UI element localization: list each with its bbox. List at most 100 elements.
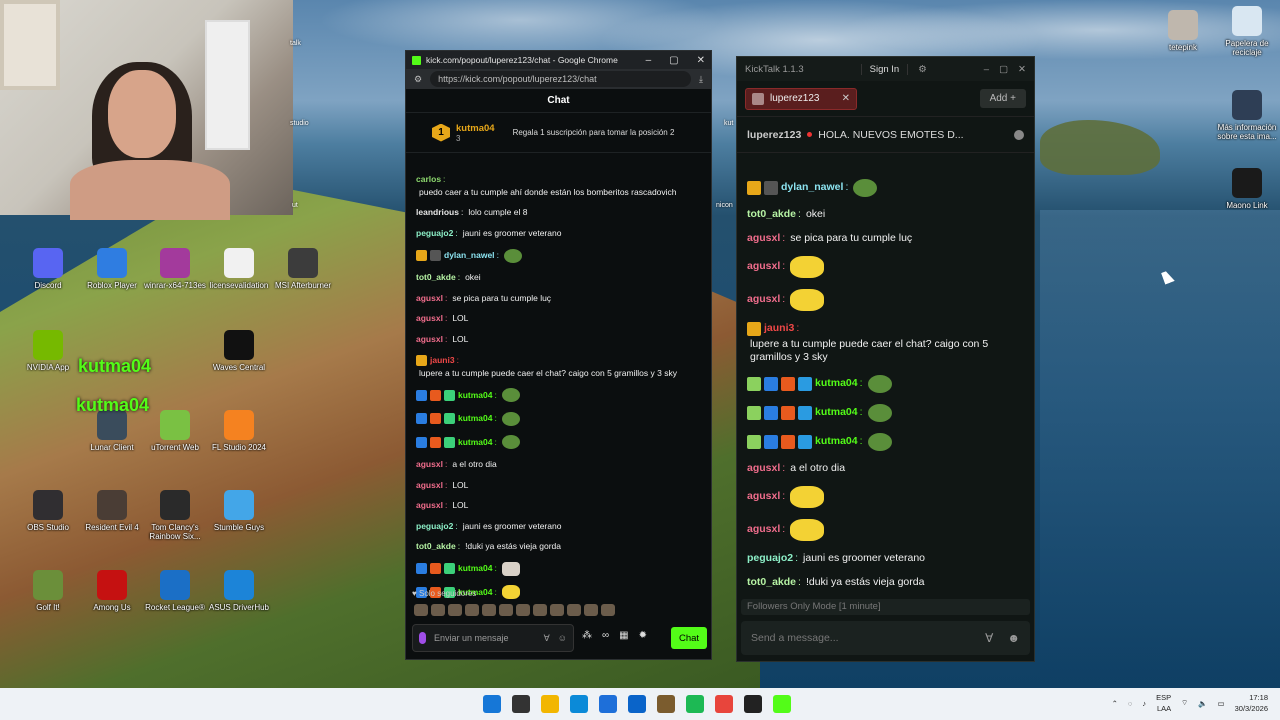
tray-network-icon[interactable]: ◌ [1128, 699, 1132, 708]
desktop-icon[interactable]: Among Us [80, 570, 144, 612]
taskbar-windows-start-icon[interactable] [483, 695, 501, 713]
chat-username[interactable]: kutma04 [815, 406, 858, 419]
desktop-icon[interactable]: ASUS DriverHub [207, 570, 271, 612]
emote-bar[interactable] [414, 604, 615, 616]
chat-username[interactable]: peguajo2 [747, 552, 793, 565]
close-icon[interactable]: ✕ [697, 55, 705, 66]
desktop-icon[interactable]: Maono Link [1215, 168, 1279, 210]
chat-username[interactable]: leandrious [416, 207, 459, 218]
taskbar-edge-icon[interactable] [570, 695, 588, 713]
chat-username[interactable]: agusxl [747, 260, 780, 273]
taskbar-outlook-icon[interactable] [628, 695, 646, 713]
chat-username[interactable]: jauni3 [764, 322, 794, 335]
emote-8[interactable] [533, 604, 547, 616]
chat-username[interactable]: kutma04 [458, 413, 493, 424]
kt-close-icon[interactable]: ✕ [1018, 64, 1026, 75]
chat-emote-icon[interactable] [867, 432, 892, 451]
taskbar-store-icon[interactable] [599, 695, 617, 713]
kt-maximize-icon[interactable]: ▢ [999, 64, 1008, 75]
desktop-icon[interactable]: Lunar Client [80, 410, 144, 452]
chat-username[interactable]: kutma04 [458, 390, 493, 401]
desktop-icon[interactable]: Golf It! [16, 570, 80, 612]
chat-emote-icon[interactable] [790, 288, 825, 311]
chat-username[interactable]: agusxl [416, 334, 443, 345]
user-list-icon[interactable] [1014, 129, 1024, 140]
chat-username[interactable]: agusxl [416, 313, 443, 324]
desktop-icon[interactable]: licensevalidation [207, 248, 271, 290]
chat-username[interactable]: tot0_akde [747, 576, 796, 589]
desktop-icon[interactable]: Resident Evil 4 [80, 490, 144, 532]
desktop-icon[interactable]: Rocket League® [143, 570, 207, 612]
tray-wifi-icon[interactable]: ⌔ [1181, 698, 1188, 708]
emote-2[interactable] [431, 604, 445, 616]
desktop-icon[interactable]: Waves Central [207, 330, 271, 372]
chat-username[interactable]: agusxl [416, 293, 443, 304]
taskbar-kick-icon[interactable] [773, 695, 791, 713]
desktop-icon[interactable]: NVIDIA App [16, 330, 80, 372]
chat-username[interactable]: agusxl [747, 232, 780, 245]
tray-mic-icon[interactable]: ♪ [1142, 699, 1146, 708]
desktop-icon[interactable]: uTorrent Web [143, 410, 207, 452]
chat-username[interactable]: agusxl [747, 523, 780, 536]
users-icon[interactable]: ⁂ [582, 630, 592, 641]
emote-12[interactable] [601, 604, 615, 616]
desktop-icon[interactable]: OBS Studio [16, 490, 80, 532]
chat-emote-icon[interactable] [867, 403, 892, 422]
chat-emote-icon[interactable] [501, 435, 520, 450]
taskbar-obs-icon[interactable] [744, 695, 762, 713]
emote-7[interactable] [516, 604, 530, 616]
emote-1[interactable] [414, 604, 428, 616]
maximize-icon[interactable]: ▢ [669, 55, 678, 66]
chat-username[interactable]: tot0_akde [747, 208, 796, 221]
kt-translate-icon[interactable]: Ɐ [985, 631, 993, 645]
emote-9[interactable] [550, 604, 564, 616]
add-channel-button[interactable]: Add + [979, 89, 1026, 108]
mic-icon[interactable] [419, 632, 426, 644]
minimize-icon[interactable]: – [646, 55, 652, 66]
emoji-icon[interactable]: ☺ [558, 633, 567, 643]
kt-minimize-icon[interactable]: – [984, 64, 989, 75]
desktop-icon[interactable]: Stumble Guys [207, 490, 271, 532]
desktop-icon[interactable]: Tom Clancy's Rainbow Six... [143, 490, 207, 541]
chat-username[interactable]: dylan_nawel [781, 181, 843, 194]
language-indicator[interactable]: ESP LAA [1156, 692, 1171, 714]
chat-username[interactable]: agusxl [416, 500, 443, 511]
desktop-icon[interactable]: Papelera de reciclaje [1215, 6, 1279, 57]
settings-gear-icon[interactable]: ⚙ [918, 64, 927, 75]
desktop-icon[interactable]: winrar-x64-713es [143, 248, 207, 290]
chat-emote-icon[interactable] [501, 388, 520, 403]
taskbar-file-explorer-icon[interactable] [541, 695, 559, 713]
emote-6[interactable] [499, 604, 513, 616]
chat-username[interactable]: kutma04 [815, 435, 858, 448]
emote-5[interactable] [482, 604, 496, 616]
chat-username[interactable]: carlos [416, 174, 441, 185]
chat-username[interactable]: tot0_akde [416, 541, 456, 552]
emote-11[interactable] [584, 604, 598, 616]
send-chat-button[interactable]: Chat [671, 627, 707, 649]
chat-emote-icon[interactable] [790, 255, 825, 278]
chat-emote-icon[interactable] [790, 518, 825, 541]
desktop-icon[interactable]: Más información sobre esta ima... [1215, 90, 1279, 141]
chat-emote-icon[interactable] [790, 485, 825, 508]
url-field[interactable]: https://kick.com/popout/luperez123/chat [430, 71, 692, 87]
emote-3[interactable] [448, 604, 462, 616]
settings-icon[interactable]: ✹ [639, 630, 647, 641]
chat-username[interactable]: jauni3 [430, 355, 455, 366]
tab-close-icon[interactable]: ✕ [842, 93, 850, 104]
chat-username[interactable]: peguajo2 [416, 521, 453, 532]
chat-username[interactable]: dylan_nawel [444, 250, 495, 261]
chat-username[interactable]: kutma04 [458, 437, 493, 448]
tray-volume-icon[interactable]: 🔈 [1198, 699, 1207, 708]
tab-luperez123[interactable]: luperez123 ✕ [745, 87, 857, 110]
kt-message-input[interactable]: Send a message... Ɐ ☻ [741, 621, 1030, 655]
chat-username[interactable]: agusxl [747, 462, 780, 475]
store-icon[interactable]: ▦ [619, 630, 628, 641]
emote-10[interactable] [567, 604, 581, 616]
chat-username[interactable]: agusxl [747, 293, 780, 306]
chat-username[interactable]: peguajo2 [416, 228, 453, 239]
chat-username[interactable]: agusxl [416, 480, 443, 491]
chat-username[interactable]: tot0_akde [416, 272, 456, 283]
chat-emote-icon[interactable] [501, 561, 520, 576]
chat-emote-icon[interactable] [503, 248, 522, 263]
sign-in-button[interactable]: Sign In [860, 63, 909, 75]
